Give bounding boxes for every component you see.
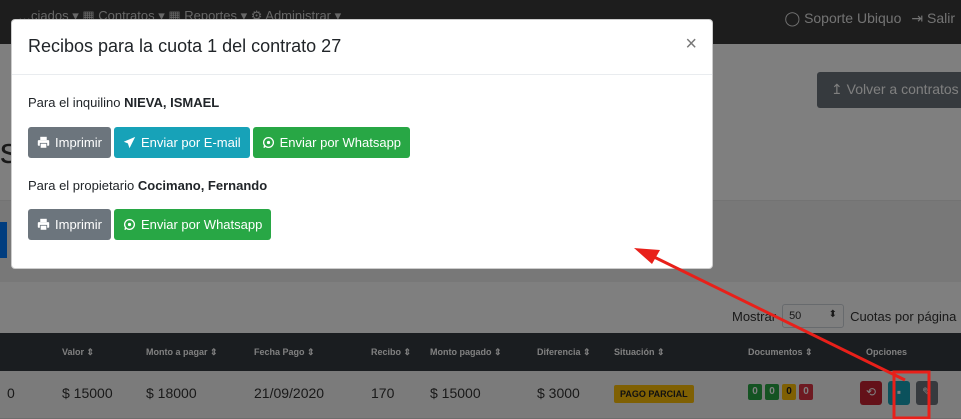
email-label: Enviar por E-mail [140, 135, 241, 150]
tenant-email-button[interactable]: Enviar por E-mail [113, 127, 250, 158]
close-icon[interactable]: × [685, 34, 697, 54]
modal-header: Recibos para la cuota 1 del contrato 27 … [12, 20, 712, 75]
print-label: Imprimir [55, 217, 102, 232]
print-label: Imprimir [55, 135, 102, 150]
receipts-modal: Recibos para la cuota 1 del contrato 27 … [11, 19, 713, 269]
tenant-name: NIEVA, ISMAEL [124, 95, 220, 110]
tenant-actions: Imprimir Enviar por E-mail Enviar por Wh… [28, 127, 411, 158]
whatsapp-icon [123, 218, 135, 231]
tenant-whatsapp-button[interactable]: Enviar por Whatsapp [252, 127, 411, 158]
paper-plane-icon [123, 136, 136, 149]
print-icon [37, 218, 50, 231]
owner-actions: Imprimir Enviar por Whatsapp [28, 209, 272, 240]
tenant-print-button[interactable]: Imprimir [28, 127, 111, 158]
tenant-line: Para el inquilino NIEVA, ISMAEL [28, 95, 219, 110]
tenant-prefix: Para el inquilino [28, 95, 121, 110]
print-icon [37, 136, 50, 149]
modal-title: Recibos para la cuota 1 del contrato 27 [28, 36, 342, 56]
whatsapp-label: Enviar por Whatsapp [140, 217, 263, 232]
owner-whatsapp-button[interactable]: Enviar por Whatsapp [113, 209, 272, 240]
owner-print-button[interactable]: Imprimir [28, 209, 111, 240]
owner-prefix: Para el propietario [28, 178, 135, 193]
owner-line: Para el propietario Cocimano, Fernando [28, 178, 267, 193]
whatsapp-label: Enviar por Whatsapp [279, 135, 402, 150]
owner-name: Cocimano, Fernando [137, 178, 268, 193]
whatsapp-icon [262, 136, 274, 149]
